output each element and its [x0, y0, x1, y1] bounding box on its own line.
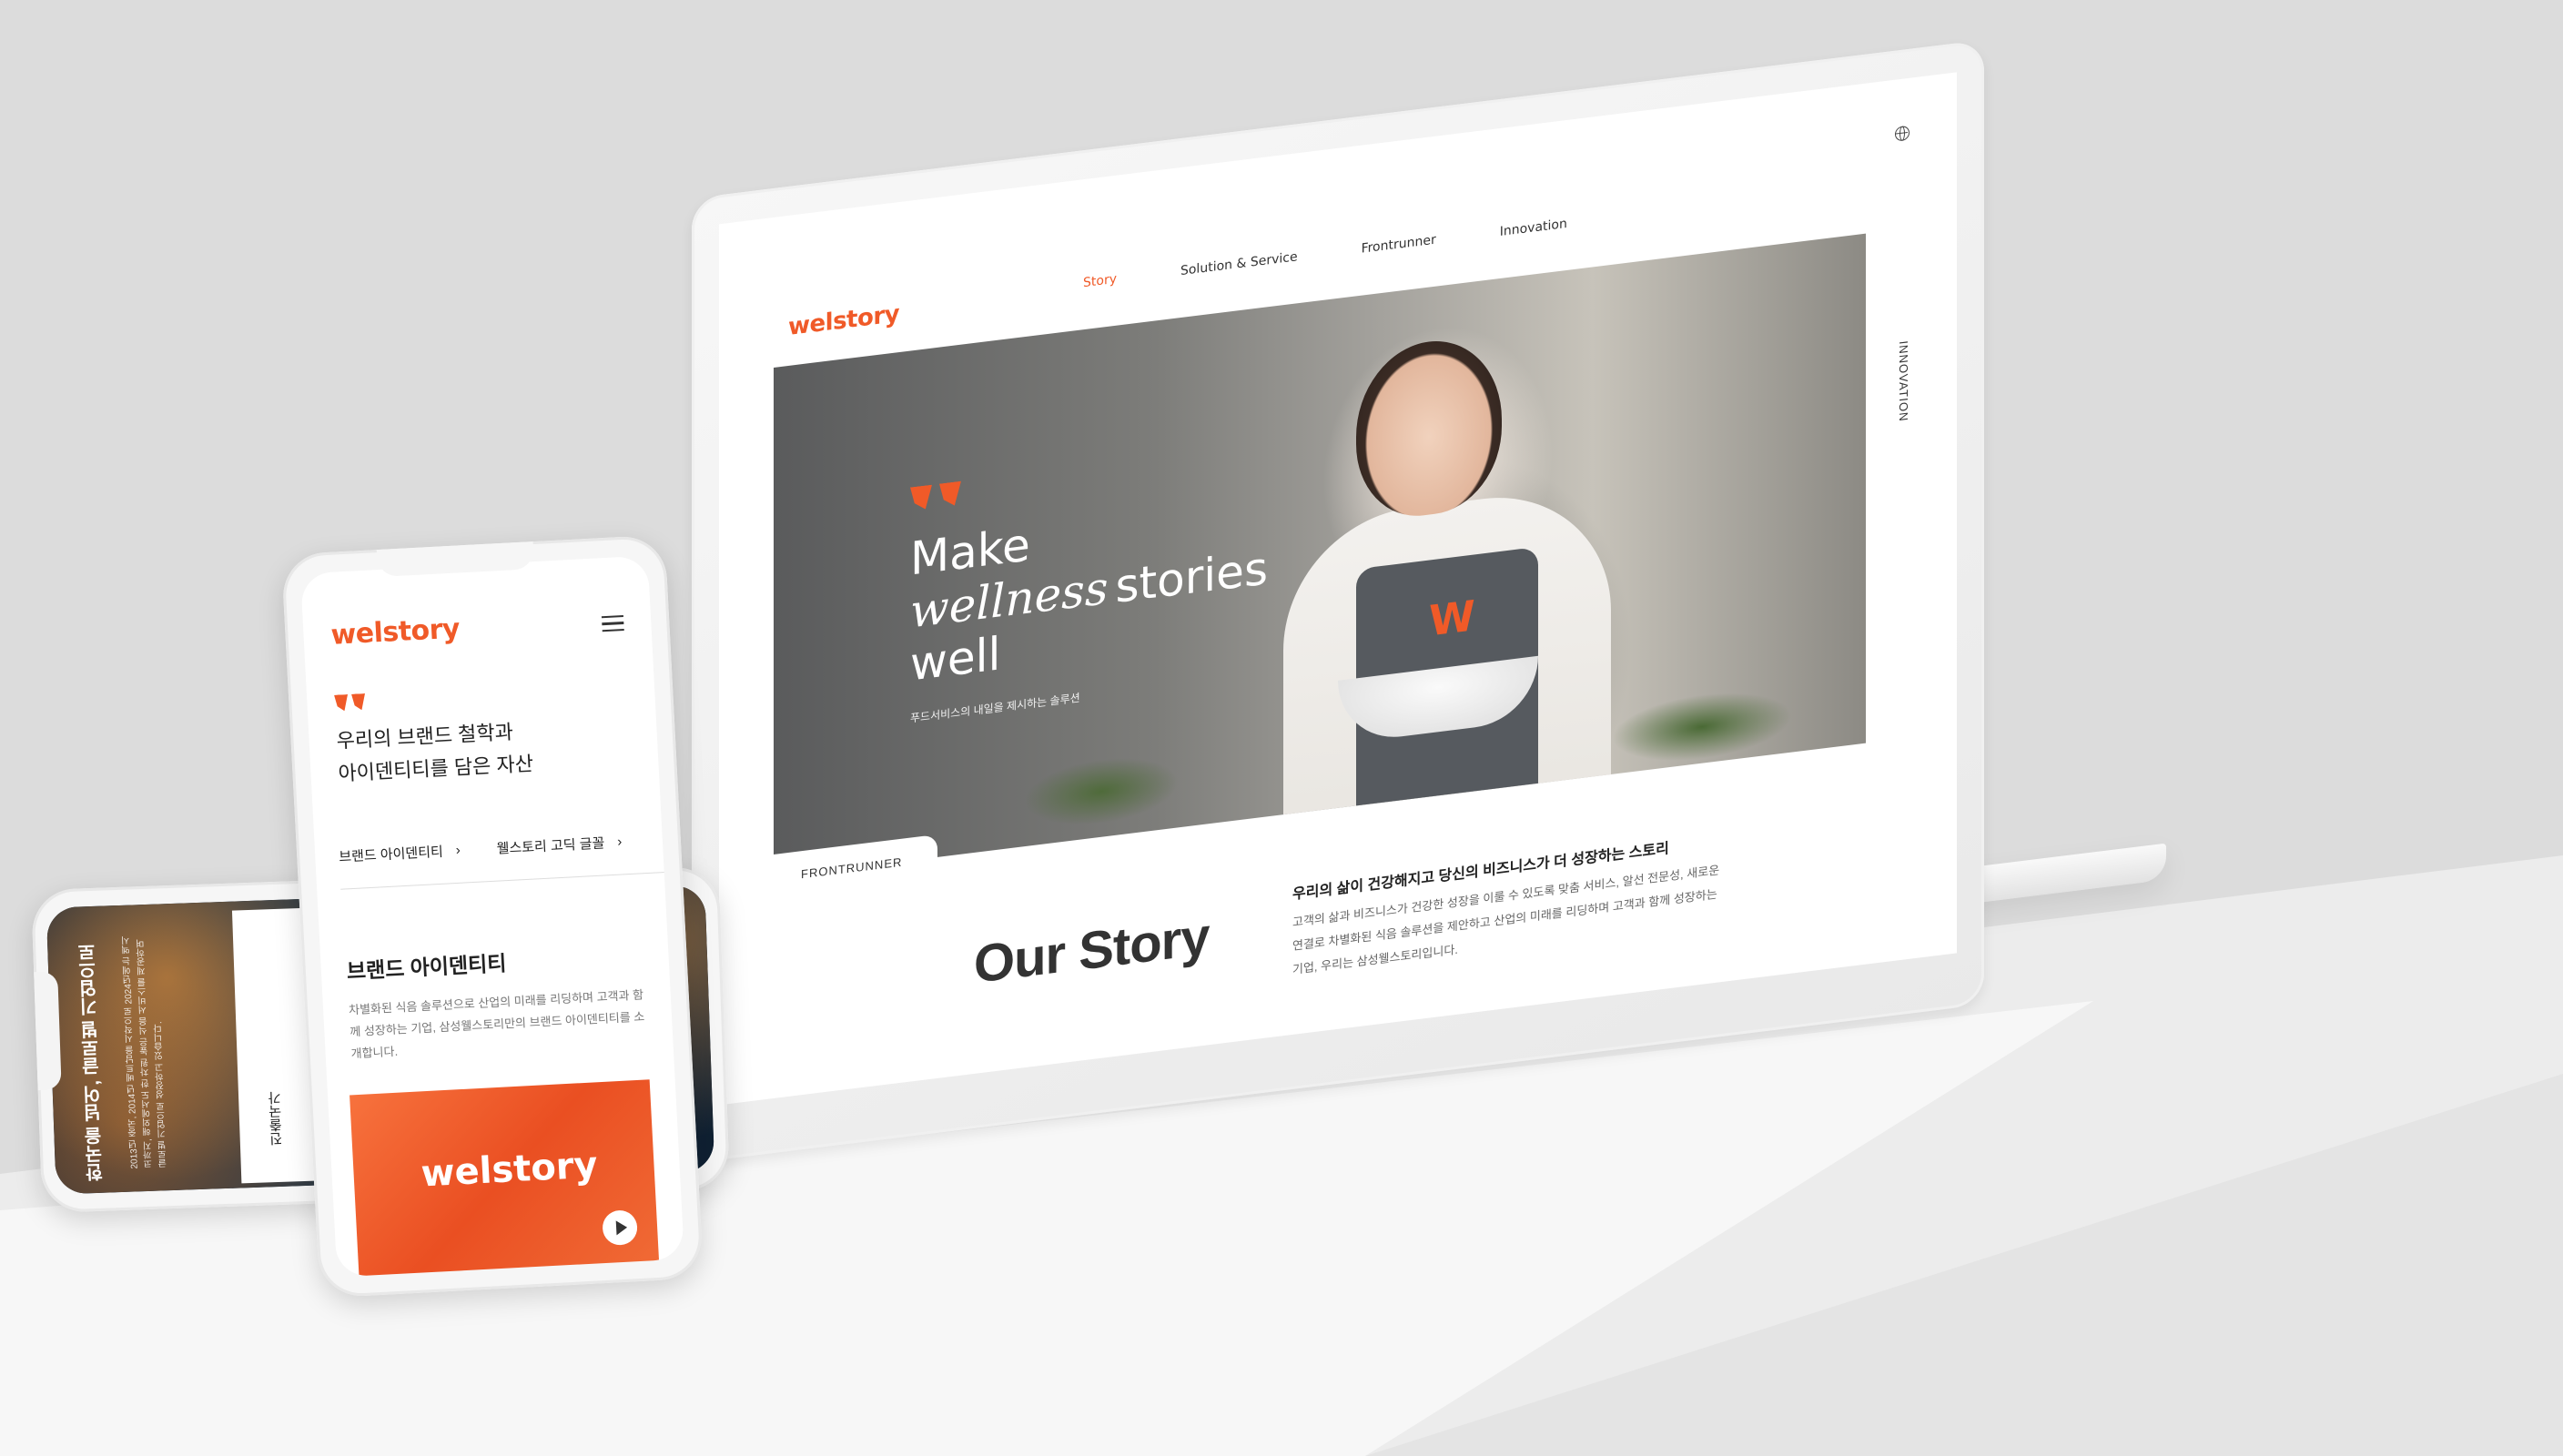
- nav-solution-service[interactable]: Solution & Service: [1180, 249, 1298, 278]
- our-story-heading: Our Story: [974, 906, 1210, 995]
- chevron-right-icon: ›: [455, 842, 461, 858]
- frontrunner-tab-label: FRONTRUNNER: [801, 854, 903, 882]
- chevron-right-icon: ›: [616, 834, 623, 850]
- hero-title: Make wellness stories well: [910, 489, 1268, 691]
- quote-mark-icon: [910, 480, 963, 511]
- quote-mark-icon: [334, 693, 368, 712]
- nav-frontrunner[interactable]: Frontrunner: [1362, 233, 1436, 257]
- tab-brand-identity[interactable]: 브랜드 아이덴티티 ›: [339, 841, 461, 866]
- apron-logo-icon: W: [1429, 591, 1475, 646]
- countries-label: 진출국가: [267, 1090, 285, 1147]
- global-description: 2013년 중국, 2014년 베트남을 시작으로 2024년에는 멕시코까지,…: [121, 935, 169, 1169]
- card-logo: welstory: [420, 1144, 599, 1196]
- mockup-stage: welstory Story Solution & Service Frontr…: [0, 0, 2563, 1456]
- hero-banner: W Make wellness stories well 푸드서비스의 내일을 제…: [774, 233, 1866, 877]
- section-title: 브랜드 아이덴티티: [346, 951, 508, 984]
- hero-chef-face: [1356, 332, 1502, 524]
- mobile-tab-links: 브랜드 아이덴티티 › 웰스토리 고딕 글꼴 ›: [339, 830, 667, 866]
- site-logo[interactable]: welstory: [788, 300, 899, 341]
- section-body: 차별화된 식음 솔루션으로 산업의 미래를 리딩하며 고객과 함께 성장하는 기…: [348, 987, 645, 1061]
- globe-icon[interactable]: [1895, 125, 1910, 142]
- nav-story[interactable]: Story: [1083, 272, 1117, 291]
- innovation-tab[interactable]: INNOVATION: [1879, 309, 1933, 471]
- tab-welstory-font[interactable]: 웰스토리 고딕 글꼴 ›: [496, 832, 623, 857]
- laptop: welstory Story Solution & Service Frontr…: [692, 39, 1984, 1164]
- tab-welstory-font-label: 웰스토리 고딕 글꼴: [496, 835, 605, 857]
- phone-portrait-screen: welstory 우리의 브랜드 철학과 아이덴티티를 담은 자산 브랜드 아이…: [300, 555, 684, 1278]
- mobile-headline: 우리의 브랜드 철학과 아이덴티티를 담은 자산: [336, 714, 534, 790]
- hamburger-icon[interactable]: [601, 615, 624, 632]
- innovation-tab-label: INNOVATION: [1897, 339, 1910, 423]
- laptop-screen: welstory Story Solution & Service Frontr…: [719, 72, 1957, 1106]
- divider: [340, 871, 668, 890]
- mobile-logo[interactable]: welstory: [330, 612, 461, 651]
- phone-landscape-notch: [34, 971, 62, 1091]
- brand-video-card[interactable]: welstory: [350, 1079, 660, 1278]
- hero-subtitle: 푸드서비스의 내일을 제시하는 솔루션: [910, 691, 1080, 725]
- phone-portrait: welstory 우리의 브랜드 철학과 아이덴티티를 담은 자산 브랜드 아이…: [280, 534, 704, 1299]
- tab-brand-identity-label: 브랜드 아이덴티티: [338, 844, 444, 865]
- play-icon[interactable]: [602, 1209, 639, 1247]
- nav-innovation[interactable]: Innovation: [1500, 217, 1567, 239]
